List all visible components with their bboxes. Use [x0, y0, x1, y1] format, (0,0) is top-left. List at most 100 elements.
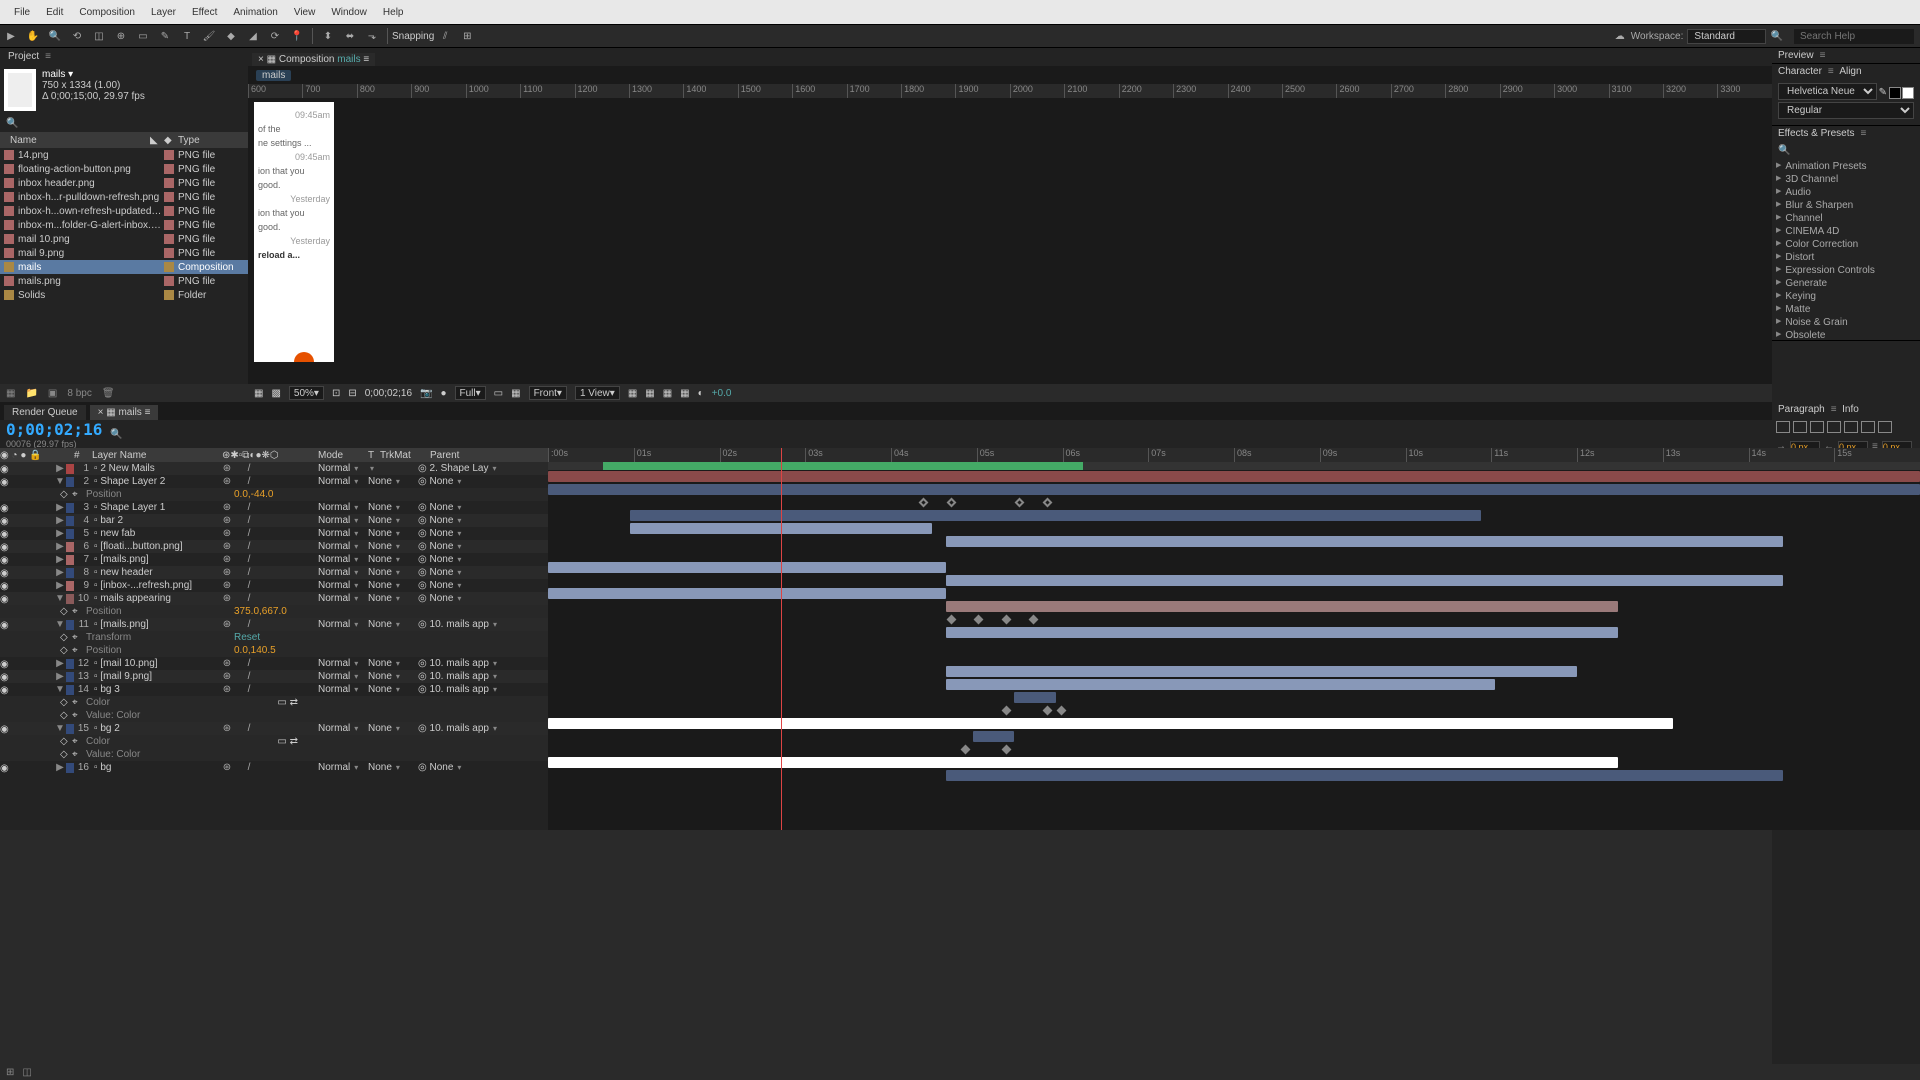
timeline-comp-tab[interactable]: × ▦ mails ≡	[90, 405, 159, 420]
layer-property[interactable]: ◇⌖Position375.0,667.0	[0, 605, 548, 618]
brush-tool-icon[interactable]: 🖌	[200, 27, 218, 45]
panbehind-tool-icon[interactable]: ⊕	[112, 27, 130, 45]
snapshot-icon[interactable]: 📷	[420, 388, 432, 399]
justify-last-center-icon[interactable]	[1844, 421, 1858, 433]
exposure-value[interactable]: +0.0	[712, 388, 732, 399]
playhead[interactable]	[781, 448, 782, 830]
timeline-layer[interactable]: ◉▶13▫ [mail 9.png]⊛/NormalNone◎ 10. mail…	[0, 670, 548, 683]
roi-icon[interactable]: ⊟	[348, 388, 356, 399]
preset-category[interactable]: Keying	[1772, 290, 1920, 303]
fast-preview-icon[interactable]: ▦	[645, 388, 654, 399]
preset-category[interactable]: Noise & Grain	[1772, 316, 1920, 329]
hand-tool-icon[interactable]: ✋	[24, 27, 42, 45]
pixel-aspect-icon[interactable]: ▦	[628, 388, 637, 399]
comp-viewer[interactable]: 6007008009001000110012001300140015001600…	[248, 84, 1772, 384]
keyframe[interactable]	[919, 498, 929, 508]
col-name-header[interactable]: Name	[0, 135, 150, 146]
layer-bar[interactable]	[946, 627, 1618, 638]
keyframe[interactable]	[1042, 498, 1052, 508]
layer-bar[interactable]	[946, 536, 1783, 547]
layer-bar[interactable]	[630, 510, 1481, 521]
timeline-layer[interactable]: ◉▶1▫ 2 New Mails⊛/Normal◎ 2. Shape Lay	[0, 462, 548, 475]
selection-tool-icon[interactable]: ▶	[2, 27, 20, 45]
view-dropdown[interactable]: Front ▾	[529, 386, 567, 400]
rect-tool-icon[interactable]: ▭	[134, 27, 152, 45]
puppet-tool-icon[interactable]: 📍	[288, 27, 306, 45]
project-item[interactable]: mail 9.pngPNG file	[0, 246, 248, 260]
current-time[interactable]: 0;00;02;16	[365, 388, 412, 399]
timeline-layer[interactable]: ◉▶4▫ bar 2⊛/NormalNone◎ None	[0, 514, 548, 527]
toggle-switches-icon[interactable]: ⊞	[6, 1067, 14, 1078]
layer-bar[interactable]	[548, 484, 1920, 495]
timeline-layer[interactable]: ◉▼2▫ Shape Layer 2⊛/NormalNone◎ None	[0, 475, 548, 488]
timeline-layer[interactable]: ◉▶16▫ bg⊛/NormalNone◎ None	[0, 761, 548, 774]
col-tag-icon[interactable]: ◆	[164, 135, 178, 146]
info-panel-title[interactable]: Info	[1842, 404, 1859, 415]
layer-property[interactable]: ◇⌖Value: Color	[0, 748, 548, 761]
layer-bar[interactable]	[946, 575, 1783, 586]
delete-icon[interactable]: 🗑	[102, 388, 115, 399]
layer-bar[interactable]	[548, 757, 1618, 768]
align-left-icon[interactable]	[1776, 421, 1790, 433]
preset-category[interactable]: Channel	[1772, 212, 1920, 225]
layer-property[interactable]: ◇⌖TransformReset	[0, 631, 548, 644]
menu-file[interactable]: File	[6, 7, 38, 18]
project-item[interactable]: mail 10.pngPNG file	[0, 232, 248, 246]
toggle-modes-icon[interactable]: ◫	[22, 1067, 31, 1078]
stroke-color[interactable]	[1902, 87, 1914, 99]
project-item[interactable]: mails.pngPNG file	[0, 274, 248, 288]
keyframe[interactable]	[1056, 706, 1066, 716]
workspace-dropdown[interactable]: Standard	[1687, 29, 1766, 44]
layer-property[interactable]: ◇⌖Value: Color	[0, 709, 548, 722]
justify-last-left-icon[interactable]	[1827, 421, 1841, 433]
project-item[interactable]: inbox-h...own-refresh-updated.pngPNG fil…	[0, 204, 248, 218]
menu-composition[interactable]: Composition	[71, 7, 143, 18]
keyframe[interactable]	[1001, 706, 1011, 716]
keyframe[interactable]	[946, 498, 956, 508]
timeline-layer[interactable]: ◉▶6▫ [floati...button.png]⊛/NormalNone◎ …	[0, 540, 548, 553]
layer-bar[interactable]	[946, 770, 1783, 781]
layer-property[interactable]: ◇⌖Color▭ ⇄	[0, 735, 548, 748]
keyframe[interactable]	[1001, 615, 1011, 625]
timeline-layer[interactable]: ◉▶9▫ [inbox-...refresh.png]⊛/NormalNone◎…	[0, 579, 548, 592]
layer-bar[interactable]	[548, 588, 946, 599]
timeline-search-icon[interactable]: 🔍	[110, 429, 122, 440]
project-item[interactable]: inbox-h...r-pulldown-refresh.pngPNG file	[0, 190, 248, 204]
menu-layer[interactable]: Layer	[143, 7, 184, 18]
snap-grid-icon[interactable]: ⊞	[458, 27, 476, 45]
mask-icon[interactable]: ▭	[494, 388, 503, 399]
transparency-grid-icon[interactable]: ▩	[271, 388, 280, 399]
fill-color[interactable]	[1889, 87, 1901, 99]
new-comp-icon[interactable]: ▣	[48, 388, 57, 399]
text-tool-icon[interactable]: T	[178, 27, 196, 45]
font-style-dropdown[interactable]: Regular	[1778, 102, 1914, 119]
camera-tool-icon[interactable]: ◫	[90, 27, 108, 45]
preset-category[interactable]: CINEMA 4D	[1772, 225, 1920, 238]
layer-bar[interactable]	[946, 601, 1618, 612]
layer-property[interactable]: ◇⌖Position0.0,-44.0	[0, 488, 548, 501]
stamp-tool-icon[interactable]: ◆	[222, 27, 240, 45]
layer-bar[interactable]	[548, 562, 946, 573]
eraser-tool-icon[interactable]: ◢	[244, 27, 262, 45]
timeline-layer[interactable]: ◉▼11▫ [mails.png]⊛/NormalNone◎ 10. mails…	[0, 618, 548, 631]
always-preview-icon[interactable]: ▦	[254, 388, 263, 399]
menu-edit[interactable]: Edit	[38, 7, 71, 18]
interpret-footage-icon[interactable]: ▦	[6, 388, 15, 399]
align-panel-title[interactable]: Align	[1839, 66, 1861, 77]
preset-category[interactable]: Obsolete	[1772, 329, 1920, 340]
align-center-icon[interactable]	[1793, 421, 1807, 433]
rotate-tool-icon[interactable]: ⟲	[68, 27, 86, 45]
project-item[interactable]: floating-action-button.pngPNG file	[0, 162, 248, 176]
menu-effect[interactable]: Effect	[184, 7, 225, 18]
work-area-bar[interactable]	[603, 462, 1083, 470]
menu-help[interactable]: Help	[375, 7, 412, 18]
snap-edge-icon[interactable]: ⫽	[436, 27, 454, 45]
preset-category[interactable]: Matte	[1772, 303, 1920, 316]
preset-category[interactable]: Audio	[1772, 186, 1920, 199]
preset-category[interactable]: Expression Controls	[1772, 264, 1920, 277]
keyframe[interactable]	[974, 615, 984, 625]
comp-tab[interactable]: × ▦ Composition mails ≡	[252, 53, 375, 66]
keyframe[interactable]	[1001, 745, 1011, 755]
timeline-timecode[interactable]: 0;00;02;16	[6, 420, 102, 439]
rotobrush-tool-icon[interactable]: ⟳	[266, 27, 284, 45]
